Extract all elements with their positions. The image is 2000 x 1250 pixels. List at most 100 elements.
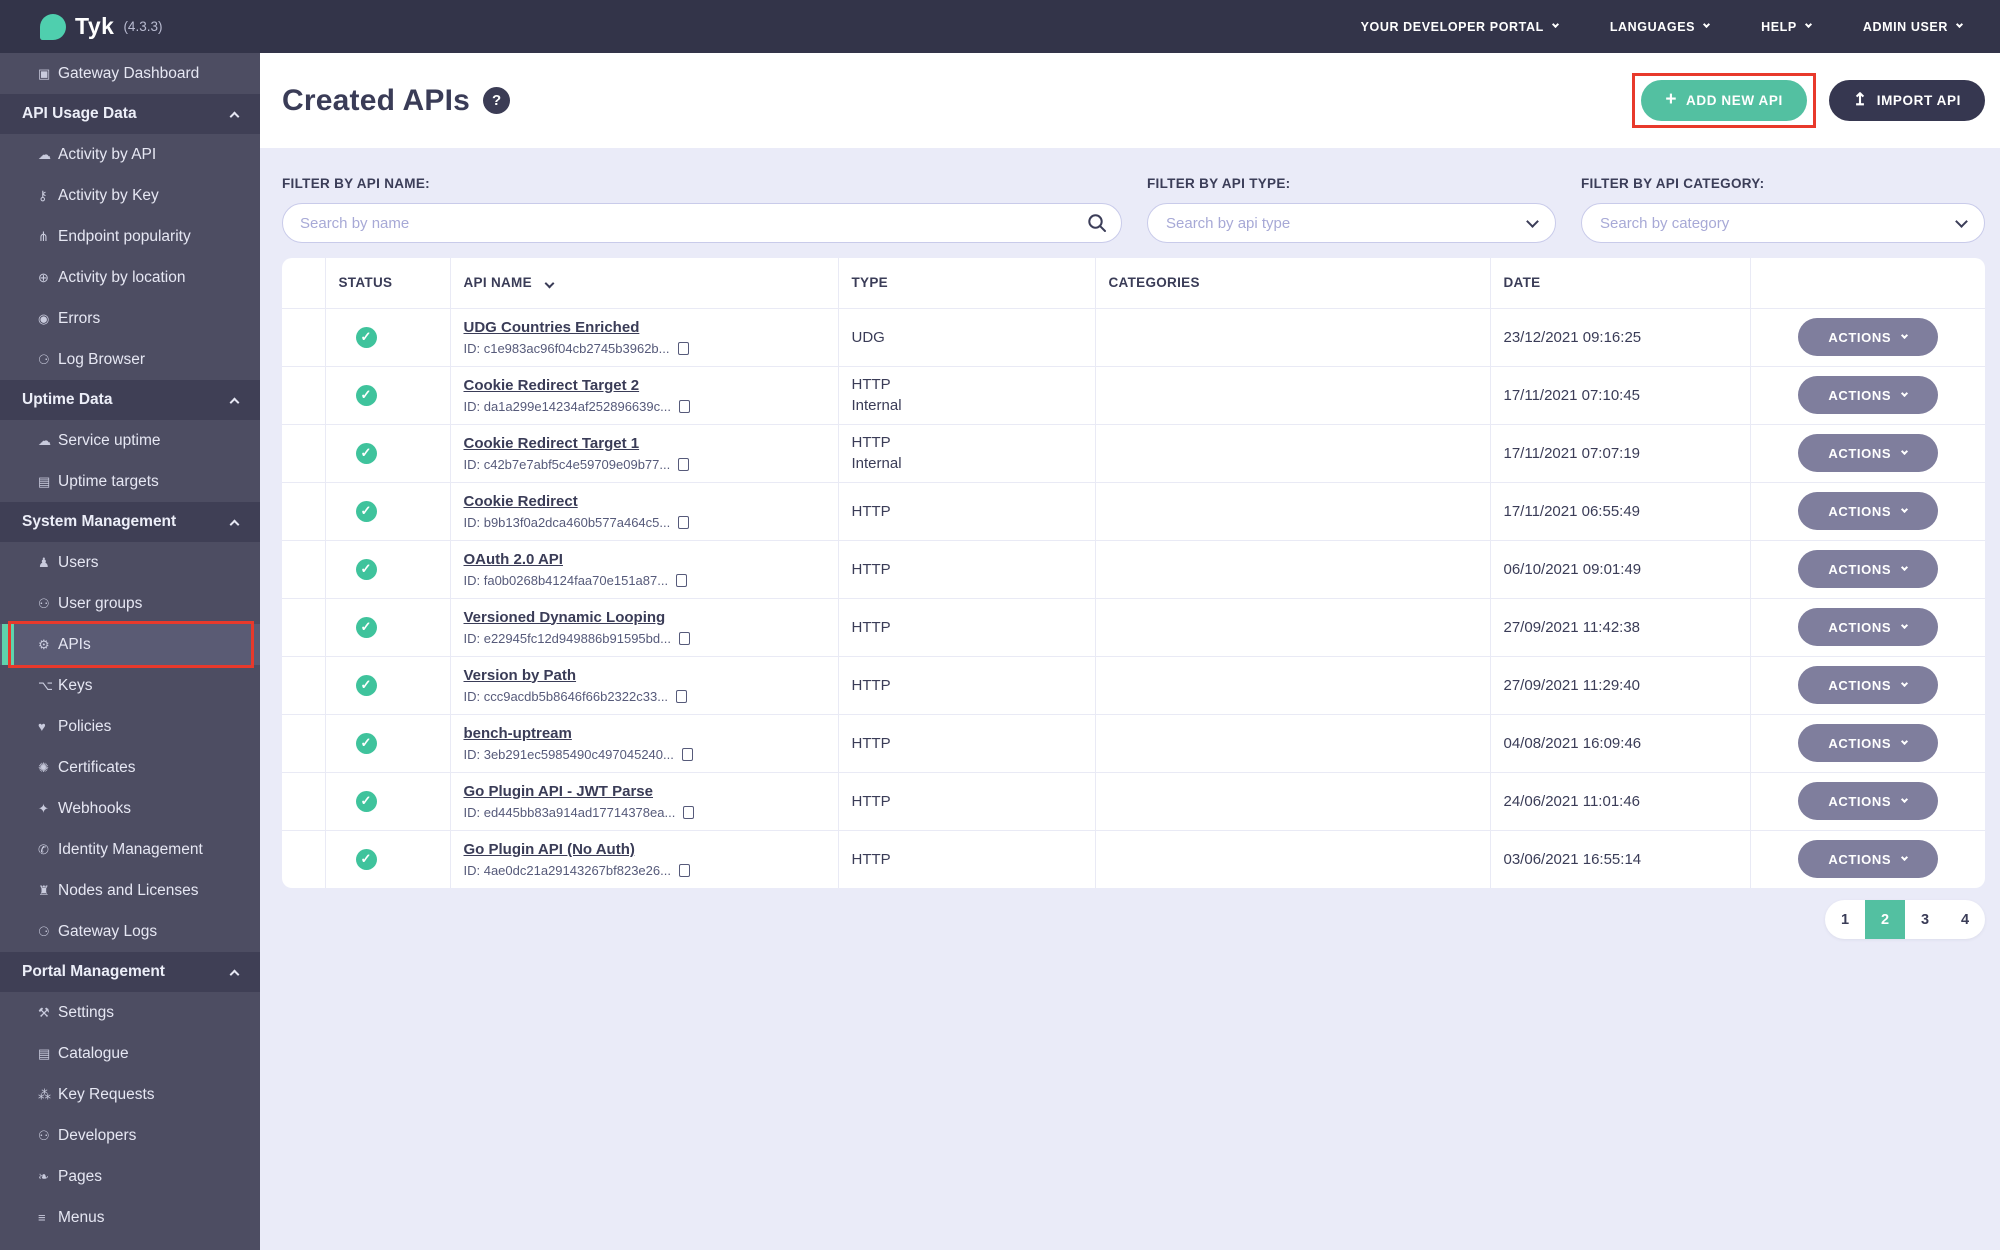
actions-button[interactable]: ACTIONS — [1797, 724, 1938, 762]
globe-icon: ⊕ — [38, 269, 49, 285]
sidebar-item-log-browser[interactable]: ⚆ Log Browser — [0, 339, 260, 380]
sidebar-item-menus[interactable]: ≡ Menus — [0, 1197, 260, 1238]
sidebar-item-apis[interactable]: ⚙ APIs — [0, 621, 260, 668]
api-name-column-header[interactable]: API NAME — [449, 258, 838, 308]
actions-button[interactable]: ACTIONS — [1797, 550, 1938, 588]
sidebar-item-pages[interactable]: ❧ Pages — [0, 1156, 260, 1197]
chevron-down-icon — [1526, 214, 1539, 228]
filter-by-category-group: FILTER BY API CATEGORY: Search by catego… — [1581, 176, 1985, 243]
sidebar-section-system-management[interactable]: System Management — [0, 502, 260, 542]
api-name-link[interactable]: Cookie Redirect Target 1 — [464, 435, 640, 452]
sidebar-item-gateway-logs[interactable]: ⚆ Gateway Logs — [0, 911, 260, 952]
sidebar-item-key-requests[interactable]: ⁂ Key Requests — [0, 1074, 260, 1115]
page-button-4[interactable]: 4 — [1945, 900, 1985, 939]
search-icon[interactable] — [1087, 213, 1107, 233]
row-type-cell: HTTP — [837, 597, 1095, 656]
sidebar-item-activity-by-location[interactable]: ⊕ Activity by location — [0, 257, 260, 298]
row-actions-cell: ACTIONS — [1749, 365, 1985, 424]
copy-icon[interactable] — [672, 689, 688, 707]
sidebar-item-service-uptime[interactable]: ☁ Service uptime — [0, 420, 260, 461]
copy-icon[interactable] — [679, 805, 695, 823]
help-icon[interactable]: ? — [483, 87, 511, 114]
sidebar-item-policies[interactable]: ♥ Policies — [0, 706, 260, 747]
actions-button[interactable]: ACTIONS — [1797, 666, 1938, 704]
topnav-menu-languages[interactable]: LANGUAGES — [1610, 20, 1711, 34]
sidebar-item-users[interactable]: ♟ Users — [0, 542, 260, 583]
copy-icon[interactable] — [674, 457, 690, 475]
chevron-down-icon — [1901, 331, 1909, 339]
sidebar-item-identity-management[interactable]: ✆ Identity Management — [0, 829, 260, 870]
api-category-select[interactable]: Search by category — [1581, 203, 1985, 243]
actions-button[interactable]: ACTIONS — [1797, 376, 1938, 414]
page-button-1[interactable]: 1 — [1825, 900, 1865, 939]
sidebar-item-keys[interactable]: ⌥ Keys — [0, 665, 260, 706]
status-active-icon: ✓ — [355, 848, 377, 870]
api-category-select-placeholder: Search by category — [1600, 214, 1730, 232]
page-button-2[interactable]: 2 — [1865, 900, 1905, 939]
actions-button[interactable]: ACTIONS — [1797, 840, 1938, 879]
sidebar-item-activity-by-key[interactable]: ⚷ Activity by Key — [0, 175, 260, 216]
api-name-link[interactable]: bench-uptream — [464, 725, 572, 742]
sidebar-item-label: User groups — [58, 594, 143, 612]
copy-icon[interactable] — [672, 573, 688, 591]
copy-icon[interactable] — [674, 863, 690, 882]
copy-icon[interactable] — [674, 631, 690, 649]
copy-icon[interactable] — [673, 341, 689, 359]
topnav-menu-label: YOUR DEVELOPER PORTAL — [1360, 19, 1544, 34]
sidebar-section-portal-management[interactable]: Portal Management — [0, 952, 260, 992]
chevron-down-icon — [1901, 795, 1909, 803]
api-name-link[interactable]: Versioned Dynamic Looping — [464, 609, 666, 626]
actions-button-label: ACTIONS — [1828, 329, 1892, 345]
copy-icon[interactable] — [674, 515, 690, 533]
topnav-menu-help[interactable]: HELP — [1761, 20, 1812, 34]
sidebar-item-errors[interactable]: ◉ Errors — [0, 298, 260, 339]
main-content: Created APIs ? + ADD NEW API ↥ IMPORT AP… — [260, 53, 2000, 1250]
topnav-menu-your-developer-portal[interactable]: YOUR DEVELOPER PORTAL — [1360, 19, 1559, 34]
actions-button[interactable]: ACTIONS — [1797, 492, 1938, 530]
tyk-logo[interactable]: Tyk (4.3.3) — [40, 13, 162, 40]
row-categories-cell — [1094, 829, 1490, 888]
copy-icon[interactable] — [677, 747, 693, 765]
copy-icon[interactable] — [674, 399, 690, 417]
sidebar-item-certificates[interactable]: ✺ Certificates — [0, 747, 260, 788]
api-name-link[interactable]: UDG Countries Enriched — [464, 319, 640, 336]
sidebar-section-uptime-data[interactable]: Uptime Data — [0, 380, 260, 420]
sidebar-item-nodes-and-licenses[interactable]: ♜ Nodes and Licenses — [0, 870, 260, 911]
actions-button[interactable]: ACTIONS — [1797, 318, 1938, 356]
row-status-cell: ✓ — [324, 539, 450, 598]
api-name-link[interactable]: Version by Path — [464, 667, 577, 684]
api-id-text: ID: c42b7e7abf5c4e59709e09b77... — [463, 456, 671, 472]
api-name-link[interactable]: Go Plugin API (No Auth) — [464, 841, 635, 858]
api-type-select[interactable]: Search by api type — [1147, 203, 1556, 243]
row-actions-cell: ACTIONS — [1749, 539, 1985, 598]
sidebar-item-developers[interactable]: ⚇ Developers — [0, 1115, 260, 1156]
sidebar-item-endpoint-popularity[interactable]: ⋔ Endpoint popularity — [0, 216, 260, 257]
import-api-button[interactable]: ↥ IMPORT API — [1828, 80, 1985, 121]
sidebar-item-activity-by-api[interactable]: ☁ Activity by API — [0, 134, 260, 175]
sidebar-section-api-usage-data[interactable]: API Usage Data — [0, 94, 260, 134]
sidebar-item-label: Certificates — [58, 758, 136, 776]
api-name-link[interactable]: OAuth 2.0 API — [464, 551, 563, 568]
sidebar-item-settings[interactable]: ⚒ Settings — [0, 992, 260, 1033]
actions-button[interactable]: ACTIONS — [1797, 782, 1938, 820]
api-id-text: ID: e22945fc12d949886b91595bd... — [463, 630, 671, 646]
sidebar-item-webhooks[interactable]: ✦ Webhooks — [0, 788, 260, 829]
api-name-link[interactable]: Cookie Redirect — [464, 493, 578, 510]
sidebar-item-label: Policies — [58, 717, 112, 735]
api-name-link[interactable]: Go Plugin API - JWT Parse — [464, 783, 653, 800]
topnav-menu-admin-user[interactable]: ADMIN USER — [1863, 20, 1964, 34]
cloud-icon: ☁ — [38, 432, 51, 448]
sidebar-item-uptime-targets[interactable]: ▤ Uptime targets — [0, 461, 260, 502]
api-name-link[interactable]: Cookie Redirect Target 2 — [464, 377, 640, 394]
page-button-3[interactable]: 3 — [1905, 900, 1945, 939]
add-new-api-button[interactable]: + ADD NEW API — [1641, 80, 1807, 121]
actions-button[interactable]: ACTIONS — [1797, 434, 1938, 472]
sidebar-item-user-groups[interactable]: ⚇ User groups — [0, 583, 260, 624]
list-icon: ▤ — [38, 473, 51, 489]
topnav: YOUR DEVELOPER PORTAL LANGUAGES HELP ADMIN … — [1360, 19, 1964, 34]
search-by-name-input[interactable] — [282, 203, 1122, 243]
sidebar-item-gateway-dashboard[interactable]: ▣ Gateway Dashboard — [0, 53, 260, 94]
sidebar-item-catalogue[interactable]: ▤ Catalogue — [0, 1033, 260, 1074]
status-active-icon: ✓ — [355, 442, 377, 464]
actions-button[interactable]: ACTIONS — [1797, 608, 1938, 646]
